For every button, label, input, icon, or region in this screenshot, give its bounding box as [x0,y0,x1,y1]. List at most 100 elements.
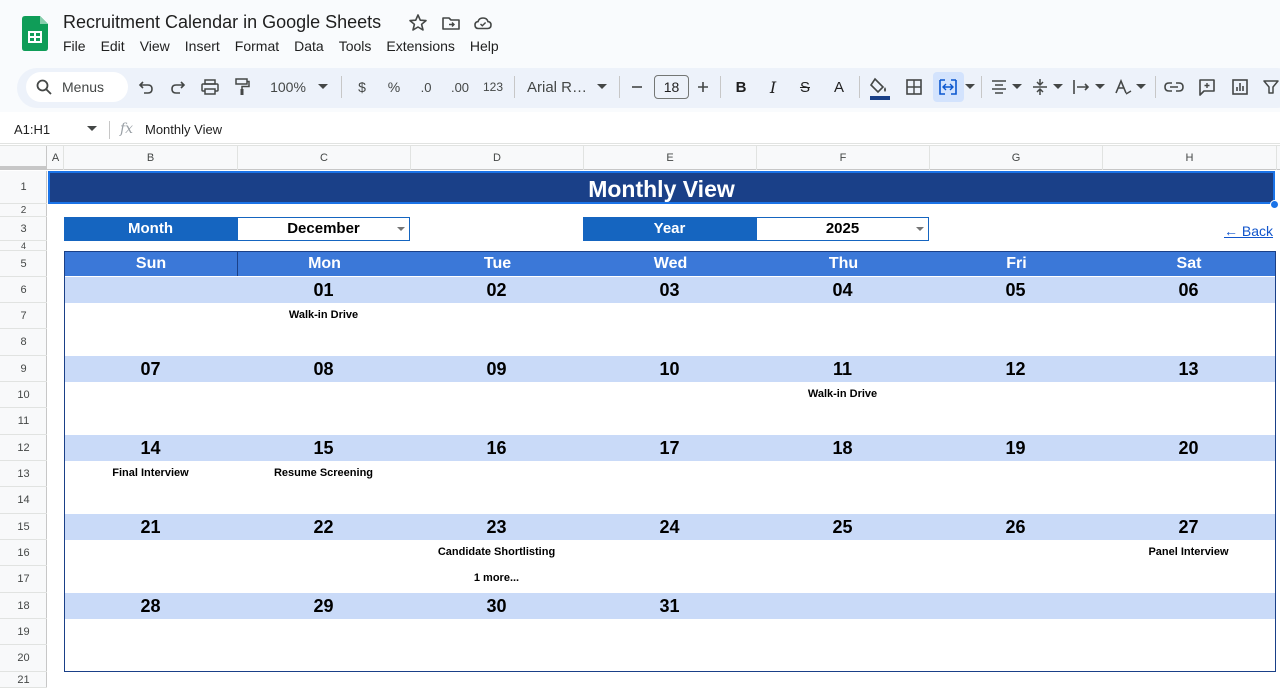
merge-dropdown-icon[interactable] [964,76,976,98]
column-header-g[interactable]: G [930,146,1103,170]
borders-icon[interactable] [904,76,924,98]
menu-extensions[interactable]: Extensions [386,38,461,54]
calendar-date[interactable]: 15 [237,435,410,461]
row-header[interactable]: 3 [0,217,47,241]
menu-file[interactable]: File [63,38,93,54]
row-header[interactable]: 19 [0,619,47,645]
calendar-event[interactable]: Resume Screening [237,467,410,479]
horizontal-align-icon[interactable] [989,76,1009,98]
rotation-dropdown-icon[interactable] [1135,76,1147,98]
move-folder-icon[interactable] [441,13,461,33]
select-all-corner[interactable] [0,146,47,170]
back-link[interactable]: ← Back [1224,223,1273,239]
row-header[interactable]: 16 [0,540,47,566]
zoom-select[interactable]: 100% [266,76,310,98]
menu-edit[interactable]: Edit [101,38,132,54]
calendar-date[interactable] [929,593,1102,619]
row-header[interactable]: 8 [0,329,47,356]
selection-handle[interactable] [1270,200,1279,209]
calendar-date[interactable] [756,593,929,619]
text-wrap-icon[interactable] [1072,76,1092,98]
calendar-date[interactable]: 06 [1102,277,1275,303]
menu-data[interactable]: Data [294,38,331,54]
column-header-b[interactable]: B [64,146,238,170]
filter-icon[interactable] [1262,76,1280,98]
percent-format-button[interactable]: % [384,76,404,98]
calendar-date[interactable]: 09 [410,356,583,382]
calendar-date[interactable]: 23 [410,514,583,540]
column-header-h[interactable]: H [1103,146,1277,170]
calendar-date[interactable]: 12 [929,356,1102,382]
row-header[interactable]: 9 [0,356,47,382]
text-rotation-icon[interactable] [1113,76,1133,98]
column-header-d[interactable]: D [411,146,584,170]
insert-link-icon[interactable] [1164,76,1184,98]
paint-format-icon[interactable] [232,76,252,98]
calendar-date[interactable]: 16 [410,435,583,461]
calendar-date[interactable]: 28 [64,593,237,619]
calendar-date[interactable]: 02 [410,277,583,303]
dropdown-arrow-icon[interactable] [397,227,405,231]
align-dropdown-icon[interactable] [1011,76,1023,98]
calendar-date[interactable]: 07 [64,356,237,382]
calendar-date[interactable]: 19 [929,435,1102,461]
monthly-view-title[interactable]: Monthly View [48,171,1275,204]
calendar-date[interactable]: 18 [756,435,929,461]
column-header-f[interactable]: F [757,146,930,170]
calendar-date[interactable]: 26 [929,514,1102,540]
google-sheets-logo-icon[interactable] [22,16,48,51]
calendar-date[interactable]: 08 [237,356,410,382]
calendar-date[interactable] [64,277,237,303]
row-header[interactable]: 11 [0,408,47,435]
calendar-date[interactable]: 11 [756,356,929,382]
row-header[interactable]: 14 [0,487,47,514]
strikethrough-button[interactable]: S [795,76,815,98]
row-header[interactable]: 20 [0,645,47,672]
currency-format-button[interactable]: $ [352,76,372,98]
year-dropdown[interactable]: 2025 [756,217,929,241]
row-header[interactable]: 21 [0,672,47,688]
font-dropdown-icon[interactable] [595,76,609,98]
column-header-e[interactable]: E [584,146,757,170]
cloud-saved-icon[interactable] [473,13,493,33]
text-color-button[interactable]: A [829,76,849,98]
fill-color-icon[interactable] [869,76,891,102]
row-header[interactable]: 15 [0,514,47,540]
calendar-date[interactable]: 13 [1102,356,1275,382]
wrap-dropdown-icon[interactable] [1094,76,1106,98]
font-size-input[interactable]: 18 [654,75,689,99]
increase-decimal-button[interactable]: .00 [447,76,473,98]
row-header[interactable]: 13 [0,461,47,487]
calendar-date[interactable]: 25 [756,514,929,540]
calendar-date[interactable]: 14 [64,435,237,461]
insert-chart-icon[interactable] [1230,76,1250,98]
calendar-date[interactable]: 03 [583,277,756,303]
calendar-event[interactable]: Walk-in Drive [756,388,929,400]
row-header[interactable]: 1 [0,171,47,204]
menu-format[interactable]: Format [235,38,286,54]
calendar-date[interactable]: 04 [756,277,929,303]
calendar-event[interactable]: Candidate Shortlisting [410,546,583,558]
calendar-date[interactable] [1102,593,1275,619]
document-title[interactable]: Recruitment Calendar in Google Sheets [63,12,381,33]
merge-cells-icon[interactable] [938,76,958,98]
increase-font-size-icon[interactable] [696,76,710,98]
star-icon[interactable] [408,13,428,33]
font-family-select[interactable]: Arial R… [527,76,589,98]
name-box[interactable]: A1:H1 [14,122,50,137]
calendar-date[interactable]: 20 [1102,435,1275,461]
column-header-a[interactable]: A [48,146,64,170]
calendar-date[interactable]: 10 [583,356,756,382]
redo-icon[interactable] [168,76,188,98]
menu-view[interactable]: View [140,38,177,54]
decrease-font-size-icon[interactable] [630,76,644,98]
print-icon[interactable] [200,76,220,98]
calendar-date[interactable]: 30 [410,593,583,619]
vertical-align-icon[interactable] [1030,76,1050,98]
row-header[interactable]: 5 [0,251,47,277]
menus-search-box[interactable]: Menus [26,72,128,102]
more-events-link[interactable]: 1 more... [410,572,583,584]
calendar-event[interactable]: Final Interview [64,467,237,479]
menu-tools[interactable]: Tools [339,38,379,54]
row-header[interactable]: 6 [0,277,47,303]
